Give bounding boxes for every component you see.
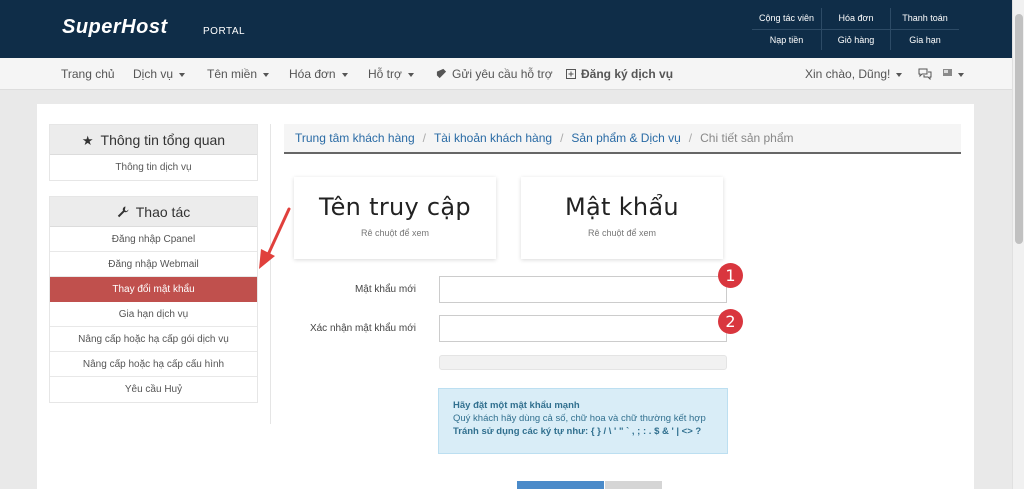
ticket-icon [436, 68, 447, 79]
password-tips-line1: Quý khách hãy dùng cả số, chữ hoa và chữ… [453, 413, 706, 424]
sidebar-item-service-info[interactable]: Thông tin dịch vụ [50, 155, 257, 180]
username-hint: Rê chuột để xem [360, 228, 430, 238]
sidebar-actions: Thao tác Đăng nhập Cpanel Đăng nhập Webm… [49, 196, 258, 403]
nav-register-service[interactable]: Đăng ký dịch vụ [566, 58, 673, 90]
nav-domains[interactable]: Tên miền [207, 58, 270, 90]
confirm-password-input[interactable] [439, 315, 727, 342]
top-link-renew[interactable]: Gia hạn [890, 29, 959, 50]
logo[interactable]: SuperHost [62, 16, 168, 39]
sidebar-item-webmail-login[interactable]: Đăng nhập Webmail [50, 252, 257, 277]
step-badge-1: 1 [718, 263, 743, 288]
password-hint: Rê chuột để xem [587, 228, 657, 238]
top-link-affiliate[interactable]: Cộng tác viên [752, 8, 821, 29]
username-title: Tên truy cập [319, 193, 471, 221]
breadcrumb: Trung tâm khách hàng / Tài khoản khách hàn… [284, 124, 961, 154]
password-card[interactable]: Mật khẩu Rê chuột để xem [521, 177, 723, 259]
top-link-topup[interactable]: Nạp tiền [752, 29, 821, 50]
sidebar-item-renew-service[interactable]: Gia hạn dịch vụ [50, 302, 257, 327]
confirm-password-label: Xác nhận mật khẩu mới [309, 323, 416, 334]
sidebar-item-upgrade-config[interactable]: Nâng cấp hoặc hạ cấp cấu hình [50, 352, 257, 377]
nav-home[interactable]: Trang chủ [61, 58, 115, 90]
chevron-down-icon [341, 72, 348, 77]
logo-subtitle: PORTAL [203, 26, 246, 37]
language-flag-icon[interactable] [943, 58, 964, 90]
password-strength-bar [439, 355, 727, 370]
annotation-arrow-icon [259, 207, 291, 269]
top-link-invoices[interactable]: Hóa đơn [821, 8, 890, 29]
nav-open-ticket[interactable]: Gửi yêu cầu hỗ trợ [436, 58, 553, 90]
sidebar-item-change-password[interactable]: Thay đổi mật khẩu [50, 277, 257, 302]
password-tips-title: Hãy đặt một mật khẩu mạnh [453, 400, 580, 411]
breadcrumb-current: Chi tiết sản phẩm [700, 131, 794, 145]
star-icon: ★ [81, 133, 94, 148]
plus-square-icon [566, 69, 576, 79]
user-greeting[interactable]: Xin chào, Dũng! [805, 58, 903, 90]
chevron-down-icon [958, 72, 964, 77]
new-password-label: Mật khẩu mới [354, 284, 416, 295]
step-badge-2: 2 [718, 309, 743, 334]
breadcrumb-account[interactable]: Tài khoản khách hàng [434, 131, 552, 145]
cancel-button[interactable] [605, 481, 662, 489]
chevron-down-icon [263, 72, 270, 77]
page-scrollbar[interactable] [1012, 0, 1024, 489]
sidebar-overview-heading: ★ Thông tin tổng quan [50, 125, 257, 155]
password-tips-line2: Tránh sử dụng các ký tự như: { } / \ ' "… [453, 426, 702, 437]
top-link-cart[interactable]: Giỏ hàng [821, 29, 890, 50]
nav-invoices[interactable]: Hóa đơn [289, 58, 348, 90]
chevron-down-icon [407, 72, 414, 77]
wrench-icon [117, 198, 129, 228]
sidebar-item-cpanel-login[interactable]: Đăng nhập Cpanel [50, 227, 257, 252]
password-title: Mật khẩu [565, 193, 679, 221]
top-link-payment[interactable]: Thanh toán [890, 8, 959, 29]
main-nav: Trang chủ Dịch vụ Tên miền Hóa đơn Hỗ tr… [0, 58, 1012, 90]
new-password-input[interactable] [439, 276, 727, 303]
top-header: SuperHost PORTAL Cộng tác viên Hóa đơn T… [0, 0, 1012, 58]
breadcrumb-products[interactable]: Sản phẩm & Dịch vụ [571, 131, 680, 145]
sidebar-item-upgrade-package[interactable]: Nâng cấp hoặc hạ cấp gói dịch vụ [50, 327, 257, 352]
sidebar-overview: ★ Thông tin tổng quan Thông tin dịch vụ [49, 124, 258, 181]
breadcrumb-client-area[interactable]: Trung tâm khách hàng [295, 131, 415, 145]
top-links: Cộng tác viên Hóa đơn Thanh toán Nạp tiề… [752, 8, 960, 50]
chevron-down-icon [896, 72, 903, 77]
chevron-down-icon [179, 72, 186, 77]
password-tips: Hãy đặt một mật khẩu mạnh Quý khách hãy … [438, 388, 728, 454]
sidebar-item-cancel-request[interactable]: Yêu cầu Huỷ [50, 377, 257, 402]
sidebar-actions-heading: Thao tác [50, 197, 257, 227]
chat-icon[interactable] [918, 58, 932, 90]
nav-support[interactable]: Hỗ trợ [368, 58, 414, 90]
username-card[interactable]: Tên truy cập Rê chuột để xem [294, 177, 496, 259]
save-button[interactable] [517, 481, 604, 489]
content-panel: ★ Thông tin tổng quan Thông tin dịch vụ T… [37, 104, 974, 489]
nav-services[interactable]: Dịch vụ [133, 58, 186, 90]
scrollbar-thumb[interactable] [1015, 14, 1023, 244]
